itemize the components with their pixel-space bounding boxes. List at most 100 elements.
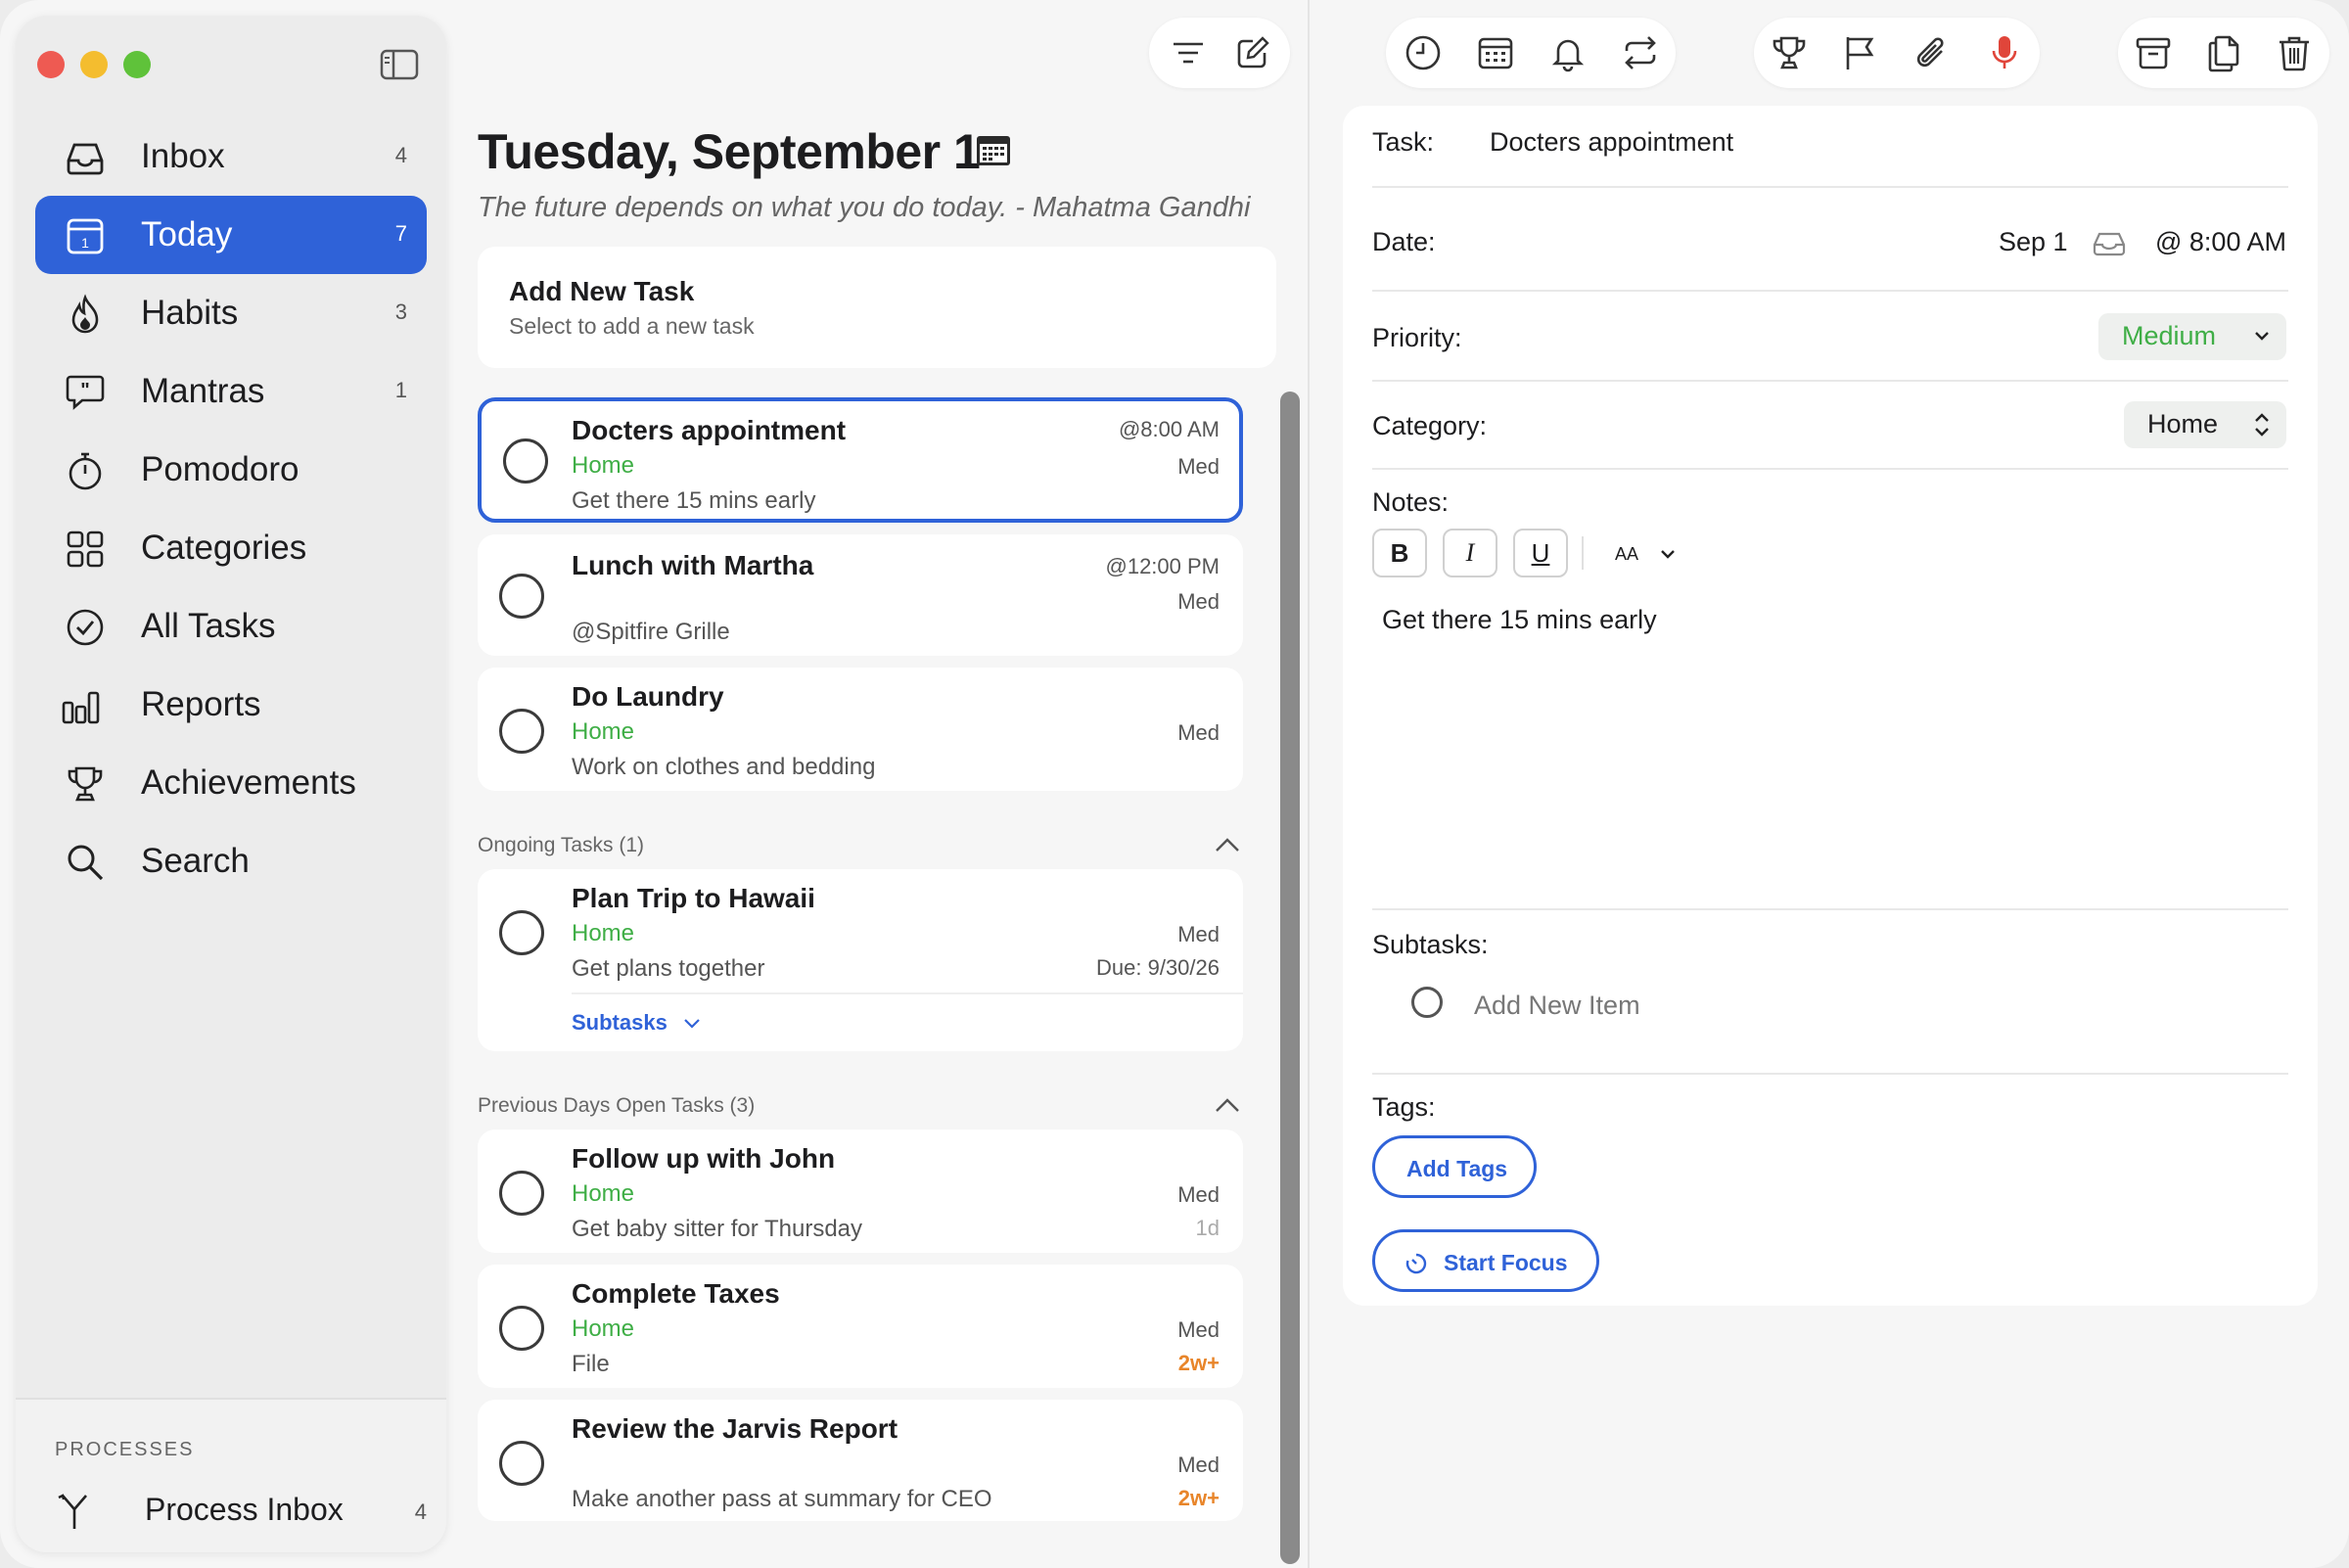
sidebar-item-mantras[interactable]: " Mantras 1 bbox=[35, 352, 427, 431]
scheduling-toolbar bbox=[1386, 18, 1676, 88]
trophy-icon[interactable] bbox=[1770, 33, 1809, 72]
task-priority: Med bbox=[1177, 1182, 1220, 1207]
task-category: Home bbox=[572, 452, 635, 479]
task-priority: Med bbox=[1177, 922, 1220, 946]
inbox-icon bbox=[67, 143, 104, 175]
actions-toolbar bbox=[2118, 18, 2329, 88]
calendar-icon[interactable] bbox=[975, 133, 1012, 168]
time-value[interactable]: @ 8:00 AM bbox=[2155, 227, 2286, 257]
field-divider bbox=[1372, 290, 2288, 292]
sidebar-item-process-inbox[interactable]: Process Inbox 4 bbox=[55, 1488, 427, 1537]
italic-button[interactable]: I bbox=[1443, 529, 1497, 577]
compose-icon[interactable] bbox=[1235, 35, 1270, 70]
font-size-button[interactable]: AA bbox=[1615, 540, 1638, 566]
duplicate-icon[interactable] bbox=[2204, 33, 2243, 72]
zoom-window-button[interactable] bbox=[123, 51, 151, 78]
task-time: @8:00 AM bbox=[1118, 417, 1220, 441]
filter-icon[interactable] bbox=[1171, 35, 1206, 70]
task-category: Home bbox=[572, 920, 635, 946]
task-card[interactable]: Review the Jarvis Report Med Make anothe… bbox=[478, 1400, 1243, 1521]
daily-quote: The future depends on what you do today.… bbox=[478, 192, 1251, 223]
task-category: Home bbox=[572, 1315, 635, 1342]
sidebar-item-today[interactable]: 1 Today 7 bbox=[35, 196, 427, 274]
bell-icon[interactable] bbox=[1548, 33, 1588, 72]
task-complete-checkbox[interactable] bbox=[499, 1171, 544, 1216]
previous-section-label: Previous Days Open Tasks (3) bbox=[478, 1094, 756, 1117]
task-card[interactable]: Plan Trip to Hawaii Home Med Get plans t… bbox=[478, 869, 1243, 1051]
bold-button[interactable]: B bbox=[1372, 529, 1427, 577]
card-divider bbox=[572, 992, 1243, 994]
chevron-down-icon[interactable] bbox=[1660, 546, 1676, 562]
tags-label: Tags: bbox=[1372, 1092, 1436, 1122]
sidebar-item-label: Inbox bbox=[141, 137, 225, 175]
task-list-scrollbar[interactable] bbox=[1280, 392, 1300, 1564]
add-subtask-input[interactable]: Add New Item bbox=[1474, 991, 1640, 1021]
chevron-up-icon[interactable] bbox=[1214, 1096, 1241, 1114]
sidebar-toggle-icon[interactable] bbox=[380, 49, 419, 80]
repeat-icon[interactable] bbox=[1621, 33, 1660, 72]
add-tags-button[interactable]: Add Tags bbox=[1372, 1135, 1537, 1198]
task-name-field[interactable]: Docters appointment bbox=[1490, 127, 1733, 158]
task-complete-checkbox[interactable] bbox=[499, 910, 544, 955]
task-card[interactable]: Do Laundry Home Med Work on clothes and … bbox=[478, 668, 1243, 791]
sidebar-item-categories[interactable]: Categories bbox=[35, 509, 427, 587]
sidebar: Inbox 4 1 Today 7 Habits 3 " Mantras 1 P… bbox=[16, 16, 446, 1552]
category-select[interactable]: Home bbox=[2124, 401, 2286, 448]
close-window-button[interactable] bbox=[37, 51, 65, 78]
underline-button[interactable]: U bbox=[1513, 529, 1568, 577]
sidebar-item-achievements[interactable]: Achievements bbox=[35, 744, 427, 822]
task-complete-checkbox[interactable] bbox=[503, 438, 548, 484]
trash-icon[interactable] bbox=[2275, 33, 2314, 72]
sidebar-item-habits[interactable]: Habits 3 bbox=[35, 274, 427, 352]
timer-icon bbox=[1405, 1253, 1427, 1274]
add-new-task-card[interactable]: Add New Task Select to add a new task bbox=[478, 247, 1276, 368]
task-card[interactable]: Docters appointment @8:00 AM Home Med Ge… bbox=[478, 397, 1243, 523]
priority-select[interactable]: Medium bbox=[2098, 313, 2286, 360]
trophy-icon bbox=[68, 766, 103, 802]
paperclip-icon[interactable] bbox=[1912, 33, 1952, 72]
sidebar-item-inbox[interactable]: Inbox 4 bbox=[35, 117, 427, 196]
sidebar-item-count: 1 bbox=[394, 378, 407, 402]
notes-editor[interactable]: Get there 15 mins early bbox=[1382, 605, 1657, 635]
sidebar-item-reports[interactable]: Reports bbox=[35, 666, 427, 744]
task-title: Follow up with John bbox=[572, 1143, 836, 1174]
task-complete-checkbox[interactable] bbox=[499, 1441, 544, 1486]
stopwatch-icon bbox=[69, 452, 102, 490]
meta-toolbar bbox=[1754, 18, 2040, 88]
microphone-icon[interactable] bbox=[1985, 33, 2024, 72]
subtask-checkbox[interactable] bbox=[1411, 987, 1443, 1018]
task-category: Home bbox=[572, 718, 635, 745]
task-card[interactable]: Lunch with Martha @12:00 PM Med @Spitfir… bbox=[478, 534, 1243, 656]
field-divider bbox=[1372, 468, 2288, 470]
calendar-grid-icon[interactable] bbox=[1476, 33, 1515, 72]
chevron-up-icon[interactable] bbox=[1214, 836, 1241, 853]
sidebar-item-all-tasks[interactable]: All Tasks bbox=[35, 587, 427, 666]
task-complete-checkbox[interactable] bbox=[499, 1306, 544, 1351]
field-divider bbox=[1372, 908, 2288, 910]
task-title: Docters appointment bbox=[572, 415, 847, 445]
svg-text:": " bbox=[80, 380, 89, 401]
task-card[interactable]: Follow up with John Home Med Get baby si… bbox=[478, 1130, 1243, 1253]
minimize-window-button[interactable] bbox=[80, 51, 108, 78]
sidebar-item-search[interactable]: Search bbox=[35, 822, 427, 900]
task-card[interactable]: Complete Taxes Home Med File 2w+ bbox=[478, 1265, 1243, 1388]
task-complete-checkbox[interactable] bbox=[499, 709, 544, 754]
font-size-label: AA bbox=[1615, 544, 1639, 564]
archive-icon[interactable] bbox=[2134, 33, 2173, 72]
subtasks-toggle[interactable]: Subtasks bbox=[572, 1010, 701, 1036]
sidebar-item-label: Reports bbox=[141, 685, 261, 723]
clock-icon[interactable] bbox=[1404, 33, 1443, 72]
sidebar-item-label: Categories bbox=[141, 529, 307, 567]
task-complete-checkbox[interactable] bbox=[499, 574, 544, 619]
task-note: Make another pass at summary for CEO bbox=[572, 1486, 992, 1512]
sidebar-item-pomodoro[interactable]: Pomodoro bbox=[35, 431, 427, 509]
svg-text:1: 1 bbox=[81, 235, 89, 251]
start-focus-button[interactable]: Start Focus bbox=[1372, 1229, 1599, 1292]
priority-label: Priority: bbox=[1372, 323, 1462, 352]
window-controls bbox=[37, 51, 151, 78]
inbox-tray-icon[interactable] bbox=[2093, 231, 2126, 256]
flag-icon[interactable] bbox=[1840, 33, 1879, 72]
task-age: 2w+ bbox=[1177, 1351, 1220, 1375]
add-tags-label: Add Tags bbox=[1406, 1156, 1508, 1181]
date-value[interactable]: Sep 1 bbox=[1999, 227, 2068, 257]
